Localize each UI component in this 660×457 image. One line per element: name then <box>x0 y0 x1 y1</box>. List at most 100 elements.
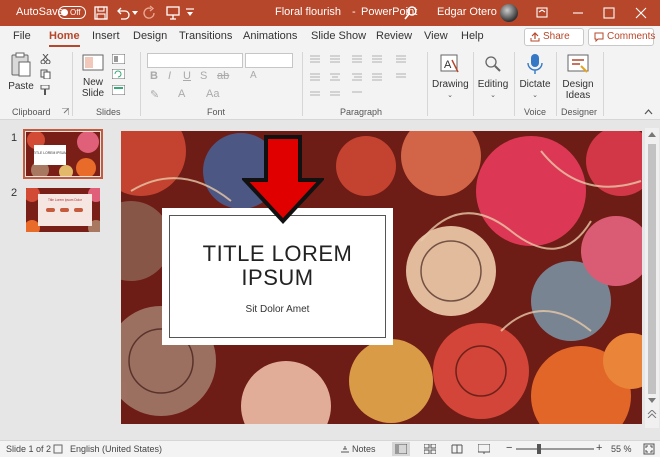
font-size-icon[interactable]: A <box>250 70 257 81</box>
group-separator <box>473 52 474 116</box>
share-button[interactable]: Share <box>524 28 584 46</box>
slide-thumbnail-1-title: TITLE LOREM IPSUM <box>33 151 67 155</box>
paragraph-controls-icon[interactable] <box>308 54 418 104</box>
zoom-in-icon[interactable]: + <box>596 442 602 454</box>
vertical-scrollbar[interactable] <box>645 128 659 428</box>
highlight-icon[interactable]: ✎ <box>150 88 159 101</box>
search-icon[interactable] <box>403 5 419 21</box>
undo-dropdown-icon[interactable] <box>132 10 138 16</box>
slide-subtitle[interactable]: Sit Dolor Amet <box>170 304 385 315</box>
save-icon[interactable] <box>93 5 109 21</box>
bold-icon[interactable]: B <box>150 70 158 82</box>
editing-button[interactable]: Editing ⌄ <box>476 52 510 104</box>
tab-transitions[interactable]: Transitions <box>179 30 232 42</box>
change-case-icon[interactable]: Aa <box>206 88 219 100</box>
spelling-icon[interactable] <box>53 444 63 454</box>
ribbon: Paste Clipboard New Slide Slides B I U S… <box>0 48 660 120</box>
layout-icon[interactable] <box>112 54 125 64</box>
group-label-paragraph: Paragraph <box>340 107 383 117</box>
new-slide-icon <box>82 54 104 71</box>
format-painter-icon[interactable] <box>40 85 51 95</box>
minimize-icon[interactable] <box>567 3 589 23</box>
redo-icon[interactable] <box>142 5 158 21</box>
design-ideas-label-1: Design <box>562 79 594 90</box>
group-label-designer: Designer <box>561 107 598 117</box>
slide-show-icon[interactable] <box>478 444 490 454</box>
normal-view-icon <box>395 444 407 454</box>
autosave-state: Off <box>70 8 81 17</box>
user-name[interactable]: Edgar Otero <box>437 6 497 18</box>
font-color-icon[interactable]: A <box>178 88 185 100</box>
zoom-level[interactable]: 55 % <box>611 444 632 454</box>
tab-view[interactable]: View <box>424 30 448 42</box>
maximize-icon[interactable] <box>598 3 620 23</box>
slide-number-2: 2 <box>11 187 18 199</box>
section-icon[interactable] <box>112 85 125 95</box>
slide-title[interactable]: TITLE LOREM IPSUM <box>170 242 385 290</box>
tab-help[interactable]: Help <box>461 30 484 42</box>
dictate-button[interactable]: Dictate ⌄ <box>517 52 553 104</box>
design-ideas-button[interactable]: Design Ideas <box>558 52 598 104</box>
zoom-out-icon[interactable]: − <box>506 442 512 454</box>
previous-slide-icon[interactable] <box>647 410 657 418</box>
reset-icon[interactable] <box>112 69 125 79</box>
shadow-icon[interactable]: S <box>200 70 207 82</box>
avatar[interactable] <box>500 4 518 22</box>
title-placeholder[interactable]: TITLE LOREM IPSUM Sit Dolor Amet <box>162 208 393 345</box>
slide-number-1: 1 <box>11 132 18 144</box>
drawing-button[interactable]: A Drawing ⌄ <box>432 52 469 104</box>
title-bar: AutoSave Off Floral flourish - PowerPoin… <box>0 0 660 26</box>
comments-button[interactable]: Comments <box>588 28 655 46</box>
new-slide-label-1: New <box>82 77 103 88</box>
tab-design[interactable]: Design <box>133 30 167 42</box>
undo-icon[interactable] <box>115 5 131 21</box>
language-indicator[interactable]: English (United States) <box>70 444 162 454</box>
strikethrough-icon[interactable]: ab <box>217 70 229 82</box>
tab-review[interactable]: Review <box>376 30 412 42</box>
slide-thumbnail-1[interactable]: TITLE LOREM IPSUM <box>23 129 103 179</box>
group-label-clipboard: Clipboard <box>12 107 51 117</box>
normal-view-button[interactable] <box>392 442 410 456</box>
scrollbar-thumb[interactable] <box>648 144 656 394</box>
fit-to-window-icon[interactable] <box>643 443 655 455</box>
zoom-slider-thumb[interactable] <box>537 444 541 454</box>
paste-button[interactable]: Paste <box>6 52 36 100</box>
scroll-down-icon[interactable] <box>648 398 656 404</box>
font-name-combo[interactable] <box>147 53 243 68</box>
customize-toolbar-icon[interactable] <box>186 8 194 18</box>
slide-thumbnail-1-image: TITLE LOREM IPSUM <box>26 132 100 176</box>
scroll-up-icon[interactable] <box>648 131 656 137</box>
tab-home[interactable]: Home <box>49 30 80 47</box>
slide-count: Slide 1 of 2 <box>6 444 52 454</box>
underline-icon[interactable]: U <box>183 70 191 82</box>
collapse-ribbon-icon[interactable] <box>644 108 653 115</box>
group-separator <box>603 52 604 116</box>
notes-icon <box>341 446 349 453</box>
autosave-toggle[interactable]: Off <box>58 6 86 19</box>
slide-thumbnail-pane: 1 TITLE LOREM IPSUM 2 Title Lorem Ipsum … <box>0 120 115 440</box>
slide-sorter-icon[interactable] <box>424 444 436 454</box>
zoom-slider[interactable] <box>516 444 594 454</box>
drawing-label: Drawing <box>432 79 469 90</box>
notes-button[interactable]: Notes <box>352 444 376 454</box>
cut-icon[interactable] <box>40 54 51 64</box>
italic-icon[interactable]: I <box>168 70 171 82</box>
paste-icon <box>11 52 31 77</box>
ribbon-display-options-icon[interactable] <box>531 3 553 23</box>
title-placeholder-border: TITLE LOREM IPSUM Sit Dolor Amet <box>169 215 386 338</box>
slide-thumbnail-2[interactable]: Title Lorem Ipsum Dolor <box>26 188 100 232</box>
new-slide-button[interactable]: New Slide <box>78 52 108 102</box>
dictate-label: Dictate <box>519 79 551 90</box>
tab-insert[interactable]: Insert <box>92 30 120 42</box>
close-icon[interactable] <box>630 3 652 23</box>
group-label-voice: Voice <box>524 107 547 117</box>
start-from-beginning-icon[interactable] <box>165 5 181 21</box>
tab-slide-show[interactable]: Slide Show <box>311 30 366 42</box>
reading-view-icon[interactable] <box>451 444 463 454</box>
copy-icon[interactable] <box>40 69 51 79</box>
share-icon <box>530 32 540 42</box>
tab-animations[interactable]: Animations <box>243 30 297 42</box>
dialog-launcher-icon[interactable] <box>62 108 69 115</box>
font-size-combo[interactable] <box>245 53 293 68</box>
tab-file[interactable]: File <box>13 30 31 42</box>
